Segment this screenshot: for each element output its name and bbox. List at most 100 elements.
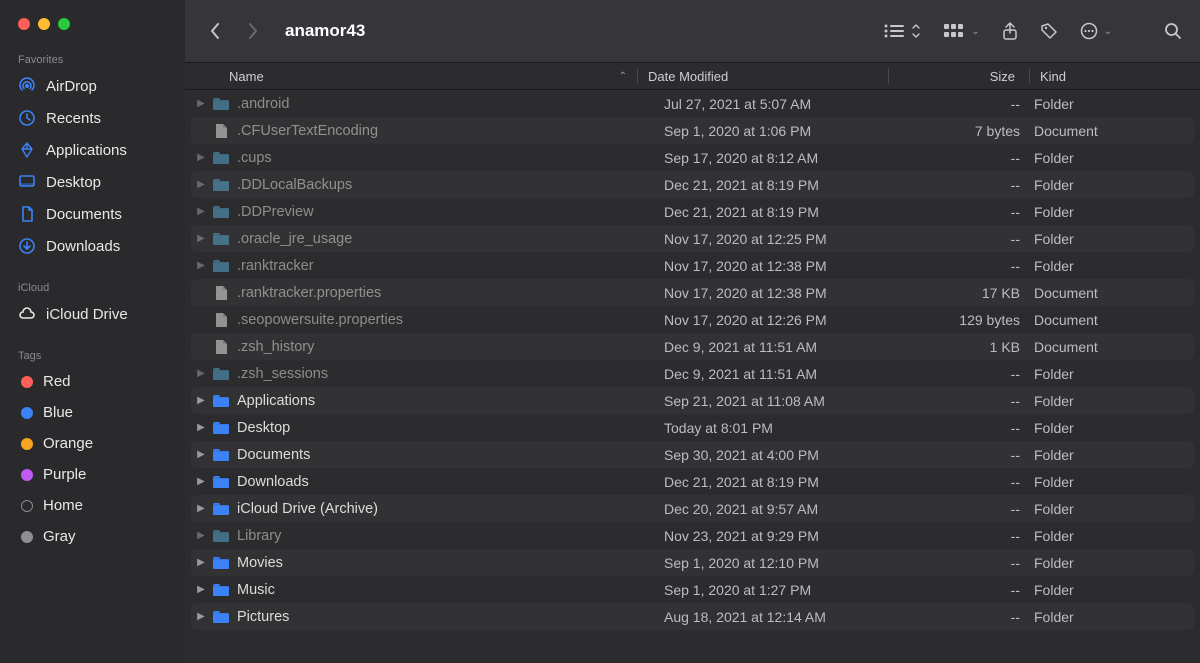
close-window-button[interactable] xyxy=(18,18,30,30)
file-row[interactable]: ▶.DDLocalBackupsDec 21, 2021 at 8:19 PM-… xyxy=(191,171,1194,198)
file-row[interactable]: ▶iCloud Drive (Archive)Dec 20, 2021 at 9… xyxy=(191,495,1194,522)
finder-window: FavoritesAirDropRecentsApplicationsDeskt… xyxy=(0,0,1200,663)
chevron-down-icon: ⌄ xyxy=(971,26,979,37)
sidebar-item[interactable]: Recents xyxy=(0,102,185,134)
sidebar-item-label: Documents xyxy=(46,206,122,223)
sidebar-item-label: Desktop xyxy=(46,174,101,191)
disclosure-triangle-icon[interactable]: ▶ xyxy=(193,179,209,190)
minimize-window-button[interactable] xyxy=(38,18,50,30)
fullscreen-window-button[interactable] xyxy=(58,18,70,30)
file-row[interactable]: ▶.ranktrackerNov 17, 2020 at 12:38 PM--F… xyxy=(191,252,1194,279)
document-icon xyxy=(211,337,231,357)
tag-dot-icon xyxy=(21,500,33,512)
airdrop-icon xyxy=(18,77,36,95)
disclosure-triangle-icon[interactable]: ▶ xyxy=(193,557,209,568)
sidebar-item[interactable]: Blue xyxy=(0,397,185,428)
file-row[interactable]: ▶.androidJul 27, 2021 at 5:07 AM--Folder xyxy=(191,90,1194,117)
sidebar-item[interactable]: Red xyxy=(0,366,185,397)
sidebar-item[interactable]: Applications xyxy=(0,134,185,166)
view-list-button[interactable] xyxy=(883,19,921,43)
column-size-header[interactable]: Size xyxy=(899,69,1029,84)
folder-icon xyxy=(211,148,231,168)
file-row[interactable]: ▶.CFUserTextEncodingSep 1, 2020 at 1:06 … xyxy=(191,117,1194,144)
file-row[interactable]: ▶.seopowersuite.propertiesNov 17, 2020 a… xyxy=(191,306,1194,333)
file-name: .android xyxy=(237,96,664,112)
sidebar-item[interactable]: Documents xyxy=(0,198,185,230)
action-button[interactable]: ⌄ xyxy=(1080,19,1112,43)
disclosure-triangle-icon[interactable]: ▶ xyxy=(193,395,209,406)
file-size: -- xyxy=(904,528,1034,544)
disclosure-triangle-icon[interactable]: ▶ xyxy=(193,422,209,433)
sidebar-item[interactable]: Desktop xyxy=(0,166,185,198)
disclosure-triangle-icon[interactable]: ▶ xyxy=(193,476,209,487)
disclosure-triangle-icon[interactable]: ▶ xyxy=(193,152,209,163)
file-size: -- xyxy=(904,204,1034,220)
sidebar-item-label: Gray xyxy=(43,528,76,545)
disclosure-triangle-icon[interactable]: ▶ xyxy=(193,530,209,541)
share-button[interactable] xyxy=(1002,19,1018,43)
file-row[interactable]: ▶.zsh_sessionsDec 9, 2021 at 11:51 AM--F… xyxy=(191,360,1194,387)
group-by-button[interactable]: ⌄ xyxy=(943,19,979,43)
file-name: .cups xyxy=(237,150,664,166)
sidebar-item[interactable]: iCloud Drive xyxy=(0,298,185,330)
file-size: -- xyxy=(904,96,1034,112)
disclosure-triangle-icon[interactable]: ▶ xyxy=(193,368,209,379)
column-date-header[interactable]: Date Modified xyxy=(648,69,888,84)
folder-icon xyxy=(211,580,231,600)
sidebar-item-label: Purple xyxy=(43,466,86,483)
forward-button[interactable] xyxy=(241,19,265,43)
folder-icon xyxy=(211,391,231,411)
disclosure-triangle-icon[interactable]: ▶ xyxy=(193,611,209,622)
file-kind: Folder xyxy=(1034,582,1194,598)
sidebar-item[interactable]: Downloads xyxy=(0,230,185,262)
file-row[interactable]: ▶MusicSep 1, 2020 at 1:27 PM--Folder xyxy=(191,576,1194,603)
file-row[interactable]: ▶DocumentsSep 30, 2021 at 4:00 PM--Folde… xyxy=(191,441,1194,468)
sidebar-item[interactable]: Orange xyxy=(0,428,185,459)
file-row[interactable]: ▶.oracle_jre_usageNov 17, 2020 at 12:25 … xyxy=(191,225,1194,252)
file-row[interactable]: ▶.zsh_historyDec 9, 2021 at 11:51 AM1 KB… xyxy=(191,333,1194,360)
tags-button[interactable] xyxy=(1040,19,1058,43)
file-date: Nov 17, 2020 at 12:26 PM xyxy=(664,312,904,328)
file-date: Sep 30, 2021 at 4:00 PM xyxy=(664,447,904,463)
file-name: Pictures xyxy=(237,609,664,625)
file-row[interactable]: ▶LibraryNov 23, 2021 at 9:29 PM--Folder xyxy=(191,522,1194,549)
file-row[interactable]: ▶DesktopToday at 8:01 PM--Folder xyxy=(191,414,1194,441)
disclosure-triangle-icon[interactable]: ▶ xyxy=(193,98,209,109)
file-size: -- xyxy=(904,177,1034,193)
disclosure-triangle-icon[interactable]: ▶ xyxy=(193,206,209,217)
sidebar-item[interactable]: Home xyxy=(0,490,185,521)
sidebar-item[interactable]: Gray xyxy=(0,521,185,552)
file-date: Sep 21, 2021 at 11:08 AM xyxy=(664,393,904,409)
file-row[interactable]: ▶ApplicationsSep 21, 2021 at 11:08 AM--F… xyxy=(191,387,1194,414)
file-name: .seopowersuite.properties xyxy=(237,312,664,328)
back-button[interactable] xyxy=(203,19,227,43)
disclosure-triangle-icon[interactable]: ▶ xyxy=(193,260,209,271)
sidebar-item-label: Recents xyxy=(46,110,101,127)
file-name: Downloads xyxy=(237,474,664,490)
disclosure-triangle-icon[interactable]: ▶ xyxy=(193,584,209,595)
sidebar-item[interactable]: AirDrop xyxy=(0,70,185,102)
disclosure-triangle-icon[interactable]: ▶ xyxy=(193,233,209,244)
file-row[interactable]: ▶.cupsSep 17, 2020 at 8:12 AM--Folder xyxy=(191,144,1194,171)
file-row[interactable]: ▶MoviesSep 1, 2020 at 12:10 PM--Folder xyxy=(191,549,1194,576)
file-kind: Folder xyxy=(1034,96,1194,112)
column-kind-header[interactable]: Kind xyxy=(1040,69,1200,84)
file-row[interactable]: ▶.DDPreviewDec 21, 2021 at 8:19 PM--Fold… xyxy=(191,198,1194,225)
file-kind: Folder xyxy=(1034,150,1194,166)
sidebar-item[interactable]: Purple xyxy=(0,459,185,490)
file-row[interactable]: ▶PicturesAug 18, 2021 at 12:14 AM--Folde… xyxy=(191,603,1194,630)
file-date: Dec 21, 2021 at 8:19 PM xyxy=(664,474,904,490)
folder-icon xyxy=(211,526,231,546)
disclosure-triangle-icon[interactable]: ▶ xyxy=(193,503,209,514)
file-row[interactable]: ▶.ranktracker.propertiesNov 17, 2020 at … xyxy=(191,279,1194,306)
file-kind: Folder xyxy=(1034,528,1194,544)
file-row[interactable]: ▶DownloadsDec 21, 2021 at 8:19 PM--Folde… xyxy=(191,468,1194,495)
column-name-header[interactable]: Name ⌃ xyxy=(229,69,637,84)
disclosure-triangle-icon[interactable]: ▶ xyxy=(193,449,209,460)
folder-icon xyxy=(211,229,231,249)
search-button[interactable] xyxy=(1164,19,1182,43)
file-date: Dec 21, 2021 at 8:19 PM xyxy=(664,177,904,193)
folder-icon xyxy=(211,472,231,492)
folder-icon xyxy=(211,445,231,465)
file-list: ▶.androidJul 27, 2021 at 5:07 AM--Folder… xyxy=(185,90,1200,663)
